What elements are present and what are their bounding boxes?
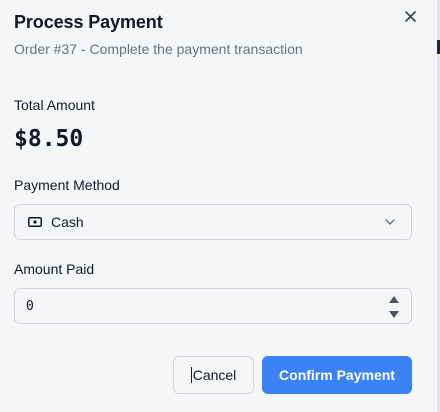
text-cursor	[190, 367, 192, 383]
number-stepper[interactable]	[389, 296, 399, 318]
payment-method-value: Cash	[51, 214, 84, 230]
total-amount-value: $8.50	[14, 126, 84, 152]
total-amount-label: Total Amount	[14, 97, 95, 113]
cancel-label: Cancel	[192, 367, 237, 383]
increment-arrow-icon[interactable]	[389, 296, 399, 303]
cash-icon	[27, 214, 43, 230]
close-button[interactable]	[400, 6, 420, 26]
payment-method-label: Payment Method	[14, 177, 120, 193]
process-payment-dialog: Process Payment Order #37 - Complete the…	[0, 0, 440, 412]
close-icon	[404, 10, 416, 22]
payment-method-select[interactable]: Cash	[14, 204, 412, 240]
dialog-subtitle: Order #37 - Complete the payment transac…	[14, 41, 303, 57]
amount-paid-input[interactable]	[15, 289, 366, 323]
chevron-down-icon	[385, 219, 395, 225]
amount-paid-label: Amount Paid	[14, 261, 95, 277]
confirm-payment-button[interactable]: Confirm Payment	[262, 356, 412, 394]
confirm-payment-label: Confirm Payment	[279, 367, 395, 383]
amount-paid-field	[14, 288, 412, 324]
dialog-title: Process Payment	[14, 12, 163, 32]
cancel-button[interactable]: Cancel	[173, 356, 254, 394]
decrement-arrow-icon[interactable]	[389, 311, 399, 318]
